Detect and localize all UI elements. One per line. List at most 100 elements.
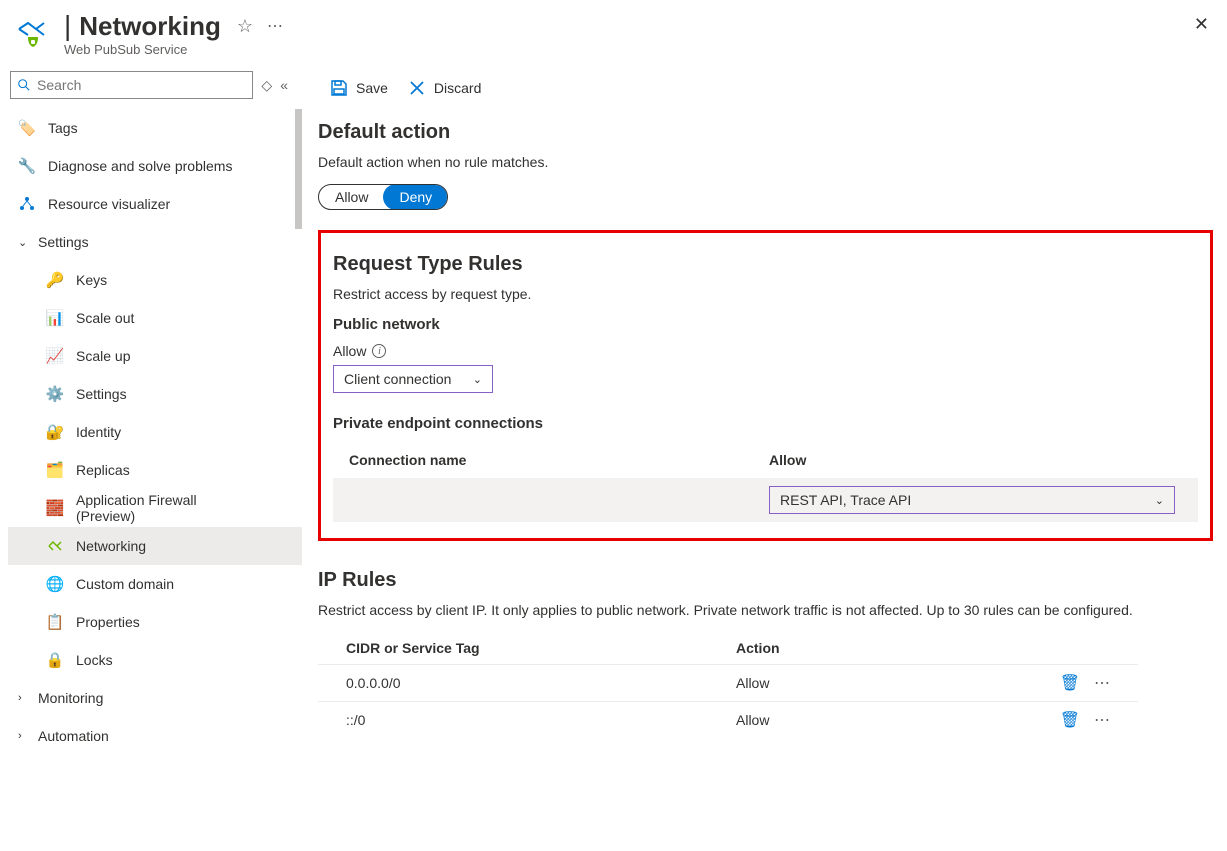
chevron-down-icon: ⌄ bbox=[1155, 494, 1164, 507]
private-endpoint-heading: Private endpoint connections bbox=[333, 415, 1198, 432]
chevron-right-icon: › bbox=[18, 692, 32, 704]
public-network-heading: Public network bbox=[333, 316, 1198, 333]
discard-label: Discard bbox=[434, 80, 481, 96]
title-divider: | bbox=[64, 10, 71, 42]
ip-rules-subtitle: Restrict access by client IP. It only ap… bbox=[318, 602, 1178, 618]
identity-icon: 🔐 bbox=[46, 423, 64, 441]
sidebar-group-settings[interactable]: ⌄ Settings bbox=[8, 223, 302, 261]
close-icon[interactable]: ✕ bbox=[1194, 14, 1209, 35]
sidebar-item-tags[interactable]: 🏷️ Tags bbox=[8, 109, 302, 147]
dropdown-value: REST API, Trace API bbox=[780, 492, 911, 508]
action-cell: Allow bbox=[736, 712, 1060, 728]
sidebar-item-label: Scale out bbox=[76, 310, 134, 326]
public-allow-dropdown[interactable]: Client connection ⌄ bbox=[333, 365, 493, 393]
sidebar-item-label: Identity bbox=[76, 424, 121, 440]
col-allow: Allow bbox=[769, 452, 1182, 468]
scale-out-icon: 📊 bbox=[46, 309, 64, 327]
sort-icon[interactable]: ◇ bbox=[261, 77, 272, 94]
sidebar-item-replicas[interactable]: 🗂️ Replicas bbox=[8, 451, 302, 489]
sidebar-group-monitoring[interactable]: › Monitoring bbox=[8, 679, 302, 717]
more-icon[interactable]: ⋯ bbox=[1094, 673, 1110, 693]
collapse-sidebar-icon[interactable]: « bbox=[280, 77, 288, 93]
sidebar-item-label: Tags bbox=[48, 120, 78, 136]
save-icon bbox=[330, 79, 348, 97]
wrench-icon: 🔧 bbox=[18, 157, 36, 175]
tag-icon: 🏷️ bbox=[18, 119, 36, 137]
sidebar-item-label: Scale up bbox=[76, 348, 130, 364]
sidebar-item-diagnose[interactable]: 🔧 Diagnose and solve problems bbox=[8, 147, 302, 185]
sidebar-item-settings[interactable]: ⚙️ Settings bbox=[8, 375, 302, 413]
sidebar-item-visualizer[interactable]: Resource visualizer bbox=[8, 185, 302, 223]
sidebar-item-scale-out[interactable]: 📊 Scale out bbox=[8, 299, 302, 337]
delete-icon[interactable]: 🗑 bbox=[1060, 673, 1080, 693]
search-field[interactable] bbox=[37, 77, 246, 93]
sidebar-item-label: Settings bbox=[76, 386, 127, 402]
request-rules-subtitle: Restrict access by request type. bbox=[333, 286, 1198, 302]
info-icon[interactable]: i bbox=[372, 344, 386, 358]
request-type-rules-highlight: Request Type Rules Restrict access by re… bbox=[318, 230, 1213, 541]
key-icon: 🔑 bbox=[46, 271, 64, 289]
firewall-icon: 🧱 bbox=[46, 499, 64, 517]
sidebar-item-label: Properties bbox=[76, 614, 140, 630]
sidebar-item-scale-up[interactable]: 📈 Scale up bbox=[8, 337, 302, 375]
sidebar-item-locks[interactable]: 🔒 Locks bbox=[8, 641, 302, 679]
cidr-cell: ::/0 bbox=[346, 712, 736, 728]
sidebar-item-label: Networking bbox=[76, 538, 146, 554]
sidebar-item-properties[interactable]: 📋 Properties bbox=[8, 603, 302, 641]
scrollbar[interactable] bbox=[295, 109, 302, 229]
gear-icon: ⚙️ bbox=[46, 385, 64, 403]
sidebar-group-label: Settings bbox=[38, 234, 89, 250]
sidebar-item-firewall[interactable]: 🧱 Application Firewall (Preview) bbox=[8, 489, 302, 527]
deny-option[interactable]: Deny bbox=[383, 184, 448, 210]
service-type-label: Web PubSub Service bbox=[64, 42, 283, 57]
discard-icon bbox=[408, 79, 426, 97]
sidebar-item-networking[interactable]: Networking bbox=[8, 527, 302, 565]
search-icon bbox=[17, 78, 31, 92]
sidebar-group-label: Automation bbox=[38, 728, 109, 744]
more-icon[interactable]: ⋯ bbox=[1094, 710, 1110, 730]
allow-option[interactable]: Allow bbox=[319, 185, 384, 209]
chevron-right-icon: › bbox=[18, 730, 32, 742]
sidebar-item-label: Keys bbox=[76, 272, 107, 288]
ip-rule-row: 0.0.0.0/0 Allow 🗑 ⋯ bbox=[318, 664, 1138, 701]
sidebar-group-automation[interactable]: › Automation bbox=[8, 717, 302, 755]
pe-allow-dropdown[interactable]: REST API, Trace API ⌄ bbox=[769, 486, 1175, 514]
action-cell: Allow bbox=[736, 675, 1060, 691]
chevron-down-icon: ⌄ bbox=[473, 373, 482, 386]
default-action-heading: Default action bbox=[318, 121, 1227, 144]
sidebar-item-label: Application Firewall (Preview) bbox=[76, 492, 256, 524]
more-actions-icon[interactable]: ⋯ bbox=[267, 16, 283, 36]
allow-label: Allow bbox=[333, 343, 366, 359]
sidebar-item-custom-domain[interactable]: 🌐 Custom domain bbox=[8, 565, 302, 603]
sidebar-group-label: Monitoring bbox=[38, 690, 103, 706]
ip-rule-row: ::/0 Allow 🗑 ⋯ bbox=[318, 701, 1138, 738]
sidebar-item-label: Diagnose and solve problems bbox=[48, 158, 232, 174]
request-rules-heading: Request Type Rules bbox=[333, 253, 1198, 276]
sidebar-item-label: Replicas bbox=[76, 462, 130, 478]
chevron-down-icon: ⌄ bbox=[18, 236, 32, 249]
default-action-subtitle: Default action when no rule matches. bbox=[318, 154, 1227, 170]
service-logo-icon bbox=[16, 17, 50, 51]
favorite-star-icon[interactable]: ☆ bbox=[237, 16, 253, 37]
default-action-toggle[interactable]: Allow Deny bbox=[318, 184, 448, 210]
sidebar-search-input[interactable] bbox=[10, 71, 253, 99]
scale-up-icon: 📈 bbox=[46, 347, 64, 365]
delete-icon[interactable]: 🗑 bbox=[1060, 710, 1080, 730]
properties-icon: 📋 bbox=[46, 613, 64, 631]
page-title: Networking bbox=[79, 11, 221, 42]
sidebar-item-keys[interactable]: 🔑 Keys bbox=[8, 261, 302, 299]
col-cidr: CIDR or Service Tag bbox=[346, 640, 736, 656]
private-endpoint-row: REST API, Trace API ⌄ bbox=[333, 478, 1198, 522]
col-connection-name: Connection name bbox=[349, 452, 769, 468]
dropdown-value: Client connection bbox=[344, 371, 451, 387]
ip-rules-heading: IP Rules bbox=[318, 569, 1227, 592]
visualizer-icon bbox=[18, 195, 36, 213]
col-action: Action bbox=[736, 640, 1110, 656]
sidebar-item-identity[interactable]: 🔐 Identity bbox=[8, 413, 302, 451]
sidebar-item-label: Custom domain bbox=[76, 576, 174, 592]
replicas-icon: 🗂️ bbox=[46, 461, 64, 479]
networking-icon bbox=[46, 537, 64, 555]
domain-icon: 🌐 bbox=[46, 575, 64, 593]
discard-button[interactable]: Discard bbox=[408, 79, 481, 97]
save-button[interactable]: Save bbox=[330, 79, 388, 97]
